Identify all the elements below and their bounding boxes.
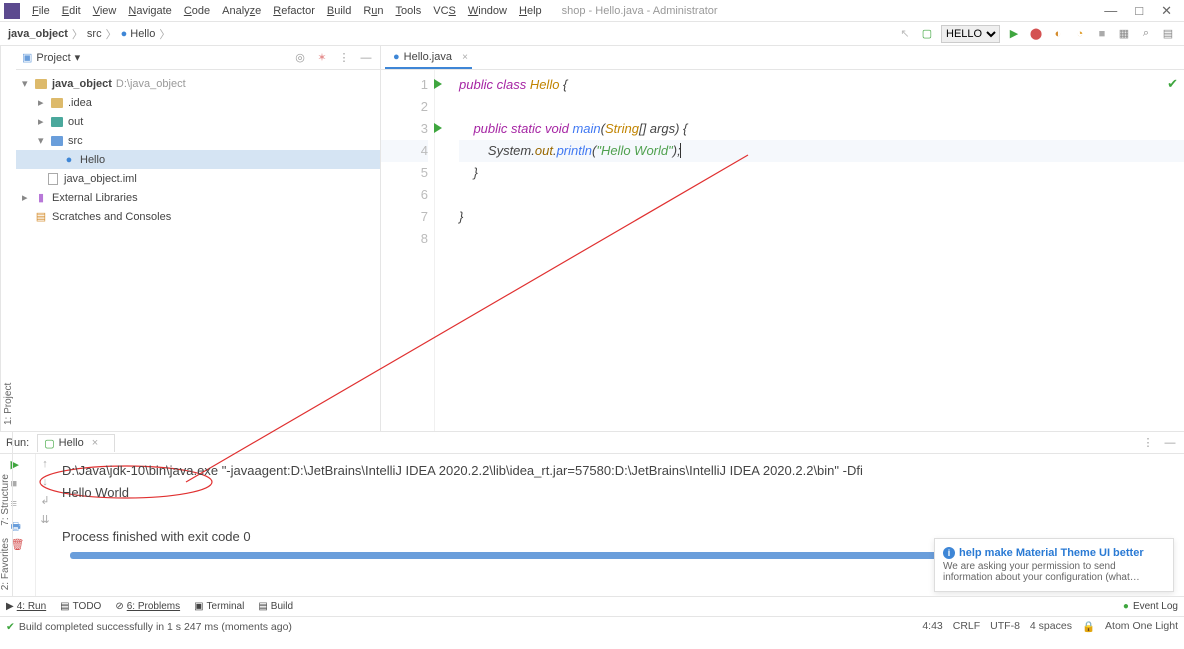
main-area: 1: Project ▣ Project ▾ ◎ ✶ ⋮ — ▾java_obj… (0, 46, 1184, 431)
app-logo (4, 3, 20, 19)
wrap-icon[interactable]: ↲ (40, 494, 49, 507)
up-icon[interactable]: ↑ (42, 458, 48, 470)
project-title[interactable]: Project (36, 52, 70, 64)
expand-icon[interactable]: ✶ (314, 50, 330, 66)
crumb-src[interactable]: src (87, 28, 102, 40)
close-button[interactable]: ✕ (1161, 3, 1172, 19)
menu-code[interactable]: Code (178, 3, 216, 19)
status-enc[interactable]: UTF-8 (990, 620, 1020, 633)
menu-file[interactable]: File (26, 3, 56, 19)
menu-help[interactable]: Help (513, 3, 548, 19)
run-line-icon[interactable] (434, 79, 442, 89)
scroll-icon[interactable]: ⇊ (40, 513, 49, 526)
code-content[interactable]: public class Hello { public static void … (435, 70, 1184, 431)
menu-navigate[interactable]: Navigate (122, 3, 177, 19)
left-rail: 7: Structure 2: Favorites (0, 431, 13, 596)
tree-iml[interactable]: java_object.iml (64, 173, 137, 185)
run-line-icon[interactable] (434, 123, 442, 133)
status-crlf[interactable]: CRLF (953, 620, 980, 633)
more-icon[interactable]: ⋮ (336, 50, 352, 66)
bt-eventlog[interactable]: ● Event Log (1123, 601, 1178, 612)
menu-vcs[interactable]: VCS (427, 3, 462, 19)
settings-icon[interactable]: ▤ (1160, 26, 1176, 42)
target-icon[interactable]: ◎ (292, 50, 308, 66)
menu-tools[interactable]: Tools (390, 3, 428, 19)
tree-out[interactable]: out (68, 116, 83, 128)
tree-idea[interactable]: .idea (68, 97, 92, 109)
tree-hello[interactable]: Hello (80, 154, 105, 166)
window-title: shop - Hello.java - Administrator (562, 5, 718, 17)
rail-favorites[interactable]: 2: Favorites (0, 532, 12, 596)
output-hello: Hello World (62, 482, 1176, 504)
menu-run[interactable]: Run (357, 3, 389, 19)
tree-src[interactable]: src (68, 135, 83, 147)
project-panel: ▣ Project ▾ ◎ ✶ ⋮ — ▾java_objectD:\java_… (16, 46, 381, 431)
statusbar: ✔ Build completed successfully in 1 s 24… (0, 616, 1184, 636)
sidebar-tab-project[interactable]: 1: Project (0, 46, 16, 431)
run-config-select[interactable]: HELLO (941, 25, 1000, 43)
box-icon[interactable]: ▢ (919, 26, 935, 42)
hide-icon[interactable]: — (1162, 435, 1178, 451)
stop-button[interactable]: ■ (1094, 26, 1110, 42)
bottom-tabs: ▶ 4: Run ▤ TODO ⊘ 6: Problems ▣ Terminal… (0, 596, 1184, 616)
run-output[interactable]: D:\Java\jdk-10\bin\java.exe "-javaagent:… (54, 454, 1184, 596)
more-icon[interactable]: ⋮ (1140, 435, 1156, 451)
project-tree[interactable]: ▾java_objectD:\java_object ▸.idea ▸out ▾… (16, 70, 380, 431)
crumb-project[interactable]: java_object (8, 28, 68, 40)
bt-build[interactable]: ▤ Build (258, 601, 293, 612)
tree-scratch[interactable]: Scratches and Consoles (52, 211, 171, 223)
notification[interactable]: ihelp make Material Theme UI better We a… (934, 538, 1174, 592)
inspection-ok-icon: ✔ (1167, 76, 1178, 92)
tree-external[interactable]: External Libraries (52, 192, 138, 204)
output-command: D:\Java\jdk-10\bin\java.exe "-javaagent:… (62, 460, 1176, 482)
menu-refactor[interactable]: Refactor (267, 3, 321, 19)
rail-structure[interactable]: 7: Structure (0, 468, 12, 532)
back-icon[interactable]: ↖ (897, 26, 913, 42)
debug-button[interactable]: ⬤ (1028, 26, 1044, 42)
bt-problems[interactable]: ⊘ 6: Problems (115, 601, 180, 612)
profile-button[interactable]: ◔ (1072, 26, 1088, 42)
breadcrumb-bar: java_object 〉 src 〉 ● Hello 〉 ↖ ▢ HELLO … (0, 22, 1184, 46)
lock-icon[interactable]: 🔒 (1082, 620, 1095, 633)
menu-analyze[interactable]: Analyze (216, 3, 267, 19)
gutter[interactable]: 1 2 3 4 5 6 7 8 (381, 70, 435, 431)
hide-icon[interactable]: — (358, 50, 374, 66)
bt-todo[interactable]: ▤ TODO (60, 601, 101, 612)
down-icon[interactable]: ↓ (42, 476, 48, 488)
status-pos[interactable]: 4:43 (922, 620, 942, 633)
menu-edit[interactable]: Edit (56, 3, 87, 19)
editor: ●Hello.java× ✔ 1 2 3 4 5 6 7 8 public cl… (381, 46, 1184, 431)
run-tab[interactable]: ▢ Hello × (37, 434, 115, 452)
minimize-button[interactable]: — (1104, 3, 1117, 19)
close-tab-icon[interactable]: × (462, 52, 468, 63)
status-message: Build completed successfully in 1 s 247 … (19, 621, 292, 633)
bt-terminal[interactable]: ▣ Terminal (194, 601, 244, 612)
editor-tab-hello[interactable]: ●Hello.java× (385, 47, 472, 69)
menu-view[interactable]: View (87, 3, 123, 19)
vcs-icon[interactable]: ▦ (1116, 26, 1132, 42)
coverage-button[interactable]: ◐ (1050, 26, 1066, 42)
info-icon: i (943, 547, 955, 559)
run-button[interactable]: ▶ (1006, 26, 1022, 42)
menu-window[interactable]: Window (462, 3, 513, 19)
run-panel: Run: ▢ Hello × ⋮ — ▶ ■ ≡ 🖶 🗑 ↑ ↓ ↲ ⇊ D:\… (0, 431, 1184, 596)
maximize-button[interactable]: □ (1135, 3, 1143, 19)
status-theme[interactable]: Atom One Light (1105, 620, 1178, 633)
status-indent[interactable]: 4 spaces (1030, 620, 1072, 633)
menu-build[interactable]: Build (321, 3, 357, 19)
bt-run[interactable]: ▶ 4: Run (6, 601, 46, 612)
search-icon[interactable]: ⌕ (1138, 26, 1154, 42)
tree-root[interactable]: java_object (52, 78, 112, 90)
menubar: File Edit View Navigate Code Analyze Ref… (0, 0, 1184, 22)
crumb-file[interactable]: Hello (130, 28, 155, 40)
